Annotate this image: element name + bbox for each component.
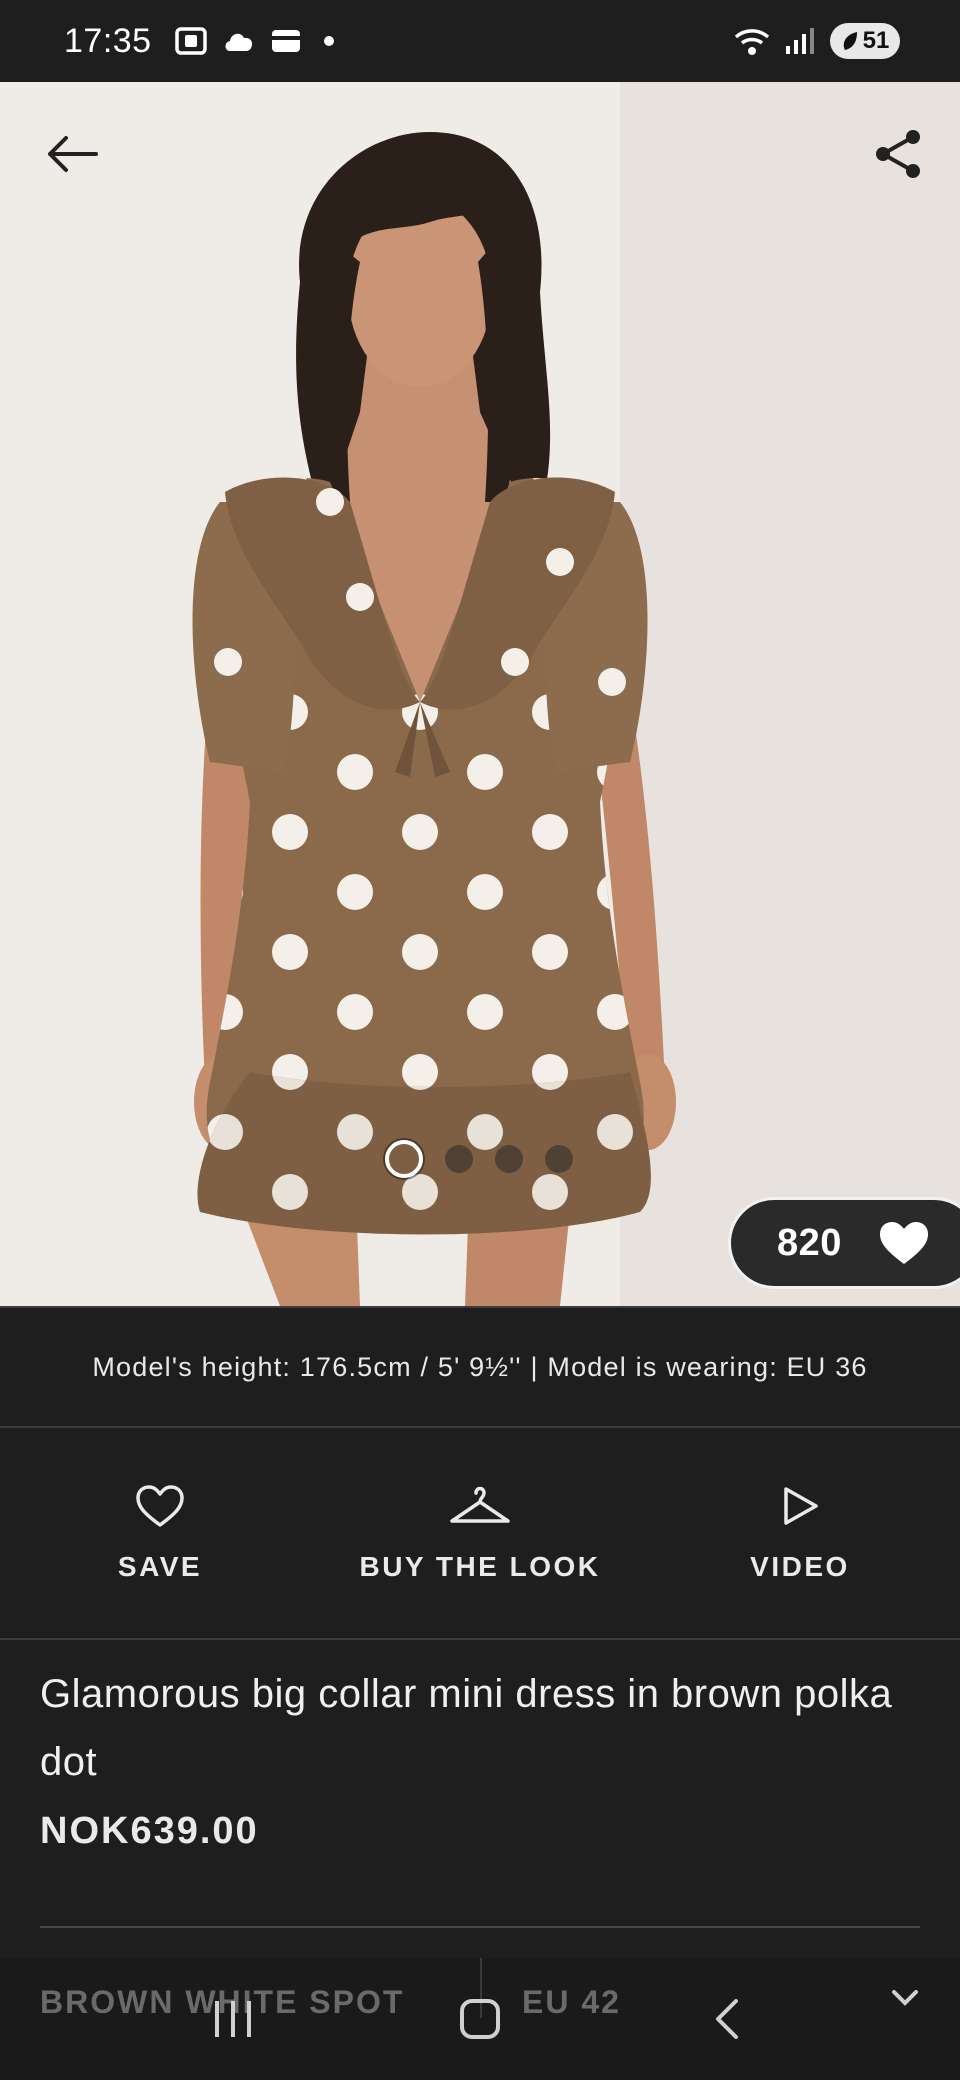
home-icon — [459, 1999, 500, 2039]
hanger-icon — [450, 1486, 510, 1523]
battery-saver-icon — [843, 32, 857, 50]
share-button[interactable] — [866, 122, 930, 186]
carousel-dot-3[interactable] — [495, 1145, 523, 1173]
model-size-text: Model's height: 176.5cm / 5' 9½'' | Mode… — [92, 1351, 868, 1382]
like-button[interactable]: 820 — [728, 1197, 960, 1289]
status-system-icons: 51 — [732, 23, 900, 59]
product-photo — [0, 82, 960, 1306]
arrow-left-icon — [48, 136, 98, 172]
product-details: Glamorous big collar mini dress in brown… — [40, 1660, 920, 1853]
save-label: SAVE — [117, 1551, 203, 1582]
chevron-left-icon — [715, 1999, 738, 2039]
play-icon — [784, 1487, 818, 1525]
recent-apps-button[interactable] — [193, 1979, 273, 2059]
video-button[interactable]: VIDEO — [640, 1428, 960, 1638]
carousel-dot-2[interactable] — [445, 1145, 473, 1173]
product-price: NOK639.00 — [40, 1810, 259, 1852]
product-image-carousel[interactable]: 820 — [0, 82, 960, 1306]
model-size-info: Model's height: 176.5cm / 5' 9½'' | Mode… — [0, 1306, 960, 1428]
status-time: 17:35 — [64, 21, 152, 60]
battery-indicator: 51 — [830, 23, 900, 59]
screenshot-icon — [174, 27, 207, 55]
like-count: 820 — [777, 1221, 842, 1264]
heart-filled-icon — [879, 1222, 928, 1264]
more-notifications-dot — [323, 36, 334, 46]
recents-icon — [215, 2001, 252, 2037]
video-label: VIDEO — [750, 1551, 850, 1582]
carousel-pagination — [385, 1140, 573, 1178]
wifi-icon — [734, 29, 770, 55]
status-bar: 17:35 51 — [0, 0, 960, 82]
back-button[interactable] — [40, 122, 104, 186]
signal-icon — [786, 28, 814, 54]
status-notification-icons — [174, 26, 334, 56]
battery-level: 51 — [862, 27, 890, 54]
divider — [40, 1926, 920, 1928]
buy-the-look-button[interactable]: BUY THE LOOK — [320, 1428, 640, 1638]
cloud-icon — [225, 33, 252, 51]
home-button[interactable] — [440, 1979, 520, 2059]
system-navigation-bar — [0, 1958, 960, 2080]
carousel-dot-4[interactable] — [545, 1145, 573, 1173]
heart-outline-icon — [136, 1485, 184, 1527]
carousel-dot-1[interactable] — [385, 1140, 423, 1178]
save-button[interactable]: SAVE — [0, 1428, 320, 1638]
card-icon — [271, 30, 300, 52]
buy-the-look-label: BUY THE LOOK — [359, 1551, 601, 1582]
product-title: Glamorous big collar mini dress in brown… — [40, 1672, 893, 1784]
share-icon — [876, 130, 920, 178]
system-back-button[interactable] — [687, 1979, 767, 2059]
product-actions: SAVE BUY THE LOOK VIDEO — [0, 1428, 960, 1640]
